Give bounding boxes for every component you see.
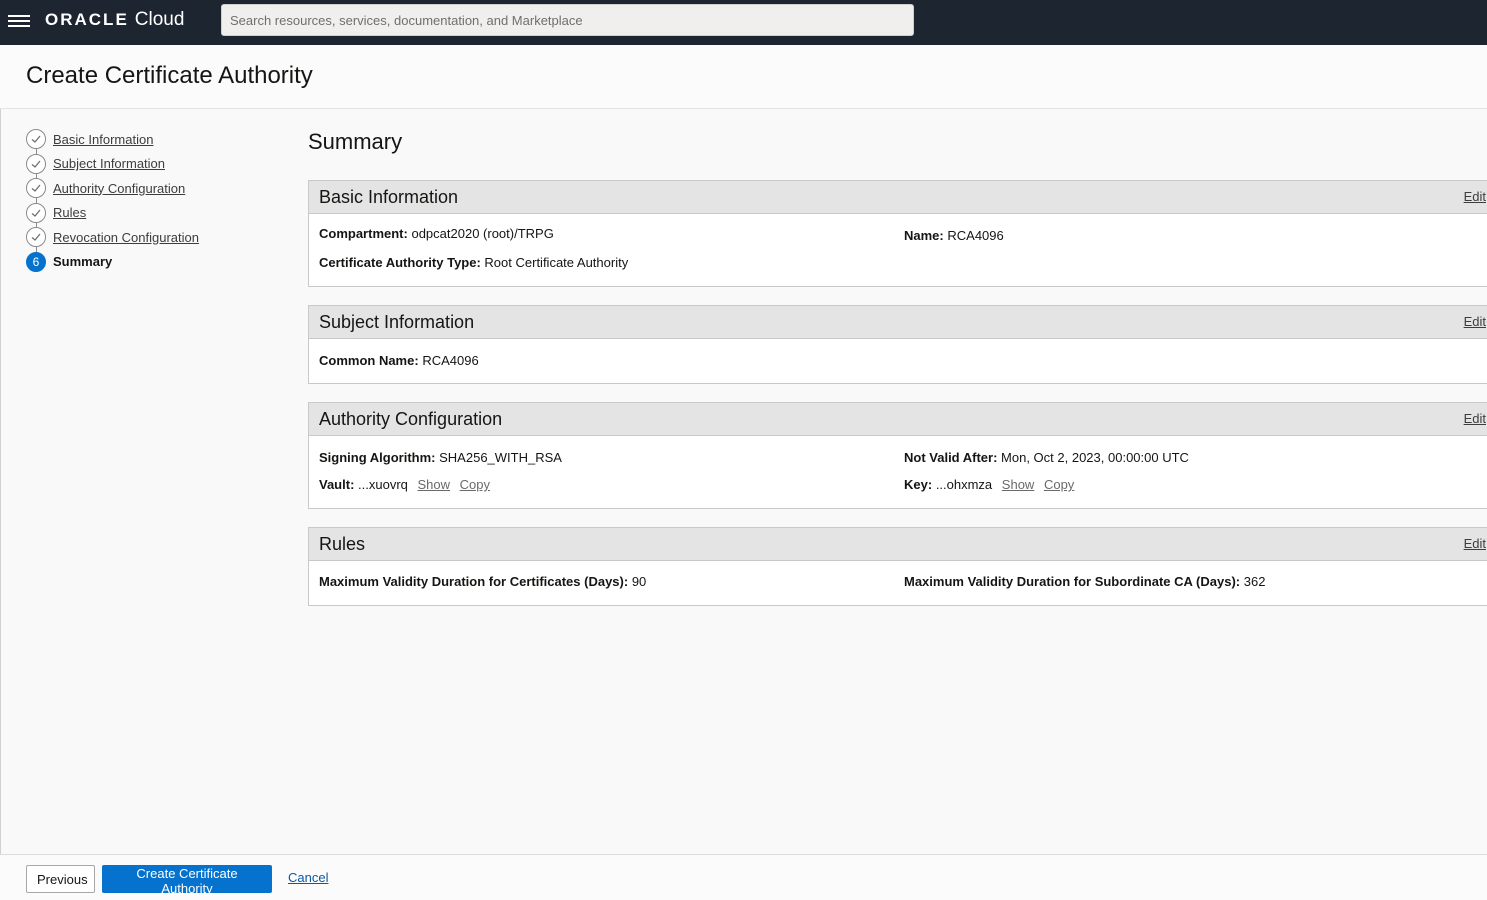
step-link[interactable]: Authority Configuration	[53, 181, 185, 196]
compartment-label: Compartment:	[319, 226, 408, 241]
menu-icon[interactable]	[8, 12, 30, 30]
check-icon	[26, 178, 46, 199]
edit-link[interactable]: Edit	[1464, 536, 1486, 551]
wizard-footer: Previous Create Certificate Authority Ca…	[0, 854, 1487, 900]
logo-oracle-text: ORACLE	[45, 10, 129, 29]
not-valid-after-value: Mon, Oct 2, 2023, 00:00:00 UTC	[1001, 450, 1189, 465]
previous-button[interactable]: Previous	[26, 865, 95, 893]
step-link[interactable]: Subject Information	[53, 156, 165, 171]
max-validity-subordinate-row: Maximum Validity Duration for Subordinat…	[904, 574, 1265, 589]
step-basic-information[interactable]: Basic Information	[26, 127, 286, 152]
step-current-label: Summary	[53, 254, 113, 270]
common-name-label: Common Name:	[319, 353, 419, 368]
key-value: ...ohxmza	[935, 477, 993, 492]
max-validity-certificates-row: Maximum Validity Duration for Certificat…	[319, 574, 646, 589]
key-copy-link[interactable]: Copy	[1044, 477, 1074, 492]
panel-title: Basic Information	[319, 187, 459, 207]
search-input[interactable]	[221, 4, 914, 36]
panel-title: Authority Configuration	[319, 409, 503, 429]
vault-copy-link[interactable]: Copy	[460, 477, 490, 492]
top-navigation-bar: ORACLE Cloud	[0, 0, 1487, 45]
panel-header: Basic Information Edit	[309, 181, 1487, 214]
name-value: RCA4096	[947, 228, 1004, 243]
basic-information-panel: Basic Information Edit Compartment: odpc…	[308, 180, 1487, 287]
vault-label: Vault:	[319, 477, 355, 492]
panel-header: Subject Information Edit	[309, 306, 1487, 339]
key-show-link[interactable]: Show	[1002, 477, 1035, 492]
step-rules[interactable]: Rules	[26, 201, 286, 226]
panel-header: Rules Edit	[309, 528, 1487, 561]
check-icon	[26, 153, 46, 174]
subject-information-panel: Subject Information Edit Common Name: RC…	[308, 305, 1487, 384]
summary-heading: Summary	[308, 129, 403, 154]
step-authority-configuration[interactable]: Authority Configuration	[26, 176, 286, 201]
step-revocation-configuration[interactable]: Revocation Configuration	[26, 225, 286, 250]
not-valid-after-label: Not Valid After:	[904, 450, 998, 465]
wizard-steps: Basic Information Subject Information Au…	[26, 127, 286, 274]
max-validity-subordinate-value: 362	[1243, 574, 1266, 589]
vault-show-link[interactable]: Show	[418, 477, 451, 492]
panel-title: Subject Information	[319, 312, 475, 332]
vault-value: ...xuovrq	[358, 477, 408, 492]
panel-header: Authority Configuration Edit	[309, 403, 1487, 436]
name-row: Name: RCA4096	[904, 228, 1004, 243]
max-validity-subordinate-label: Maximum Validity Duration for Subordinat…	[904, 574, 1241, 589]
check-icon	[26, 202, 46, 223]
compartment-value: odpcat2020 (root)/TRPG	[411, 226, 554, 241]
step-link[interactable]: Rules	[53, 205, 86, 220]
check-icon	[26, 227, 46, 248]
edit-link[interactable]: Edit	[1464, 411, 1486, 426]
create-certificate-authority-button[interactable]: Create Certificate Authority	[102, 865, 272, 896]
left-border	[0, 45, 1, 900]
vault-row: Vault: ...xuovrq Show Copy	[319, 477, 490, 492]
name-label: Name:	[904, 228, 944, 243]
compartment-row: Compartment: odpcat2020 (root)/TRPG	[319, 226, 554, 241]
panel-title: Rules	[319, 534, 366, 554]
key-label: Key:	[904, 477, 933, 492]
authority-configuration-panel: Authority Configuration Edit Signing Alg…	[308, 402, 1487, 509]
page-header: Create Certificate Authority	[0, 45, 1487, 109]
cancel-link[interactable]: Cancel	[288, 870, 328, 885]
edit-link[interactable]: Edit	[1464, 189, 1486, 204]
logo-cloud-text: Cloud	[134, 9, 185, 30]
ca-type-value: Root Certificate Authority	[484, 255, 629, 270]
max-validity-certificates-label: Maximum Validity Duration for Certificat…	[319, 574, 629, 589]
signing-algorithm-row: Signing Algorithm: SHA256_WITH_RSA	[319, 450, 562, 465]
not-valid-after-row: Not Valid After: Mon, Oct 2, 2023, 00:00…	[904, 450, 1189, 465]
step-subject-information[interactable]: Subject Information	[26, 152, 286, 177]
step-number-badge: 6	[26, 251, 46, 272]
check-icon	[26, 129, 46, 150]
common-name-row: Common Name: RCA4096	[319, 353, 479, 368]
common-name-value: RCA4096	[422, 353, 479, 368]
step-summary: 6 Summary	[26, 250, 286, 275]
signing-algorithm-label: Signing Algorithm:	[319, 450, 436, 465]
rules-panel: Rules Edit Maximum Validity Duration for…	[308, 527, 1487, 606]
signing-algorithm-value: SHA256_WITH_RSA	[439, 450, 562, 465]
page-title: Create Certificate Authority	[26, 62, 313, 89]
step-link[interactable]: Basic Information	[53, 132, 153, 147]
ca-type-row: Certificate Authority Type: Root Certifi…	[319, 255, 628, 270]
max-validity-certificates-value: 90	[631, 574, 647, 589]
edit-link[interactable]: Edit	[1464, 314, 1486, 329]
step-link[interactable]: Revocation Configuration	[53, 230, 199, 245]
key-row: Key: ...ohxmza Show Copy	[904, 477, 1074, 492]
ca-type-label: Certificate Authority Type:	[319, 255, 481, 270]
oracle-cloud-logo[interactable]: ORACLE Cloud	[45, 9, 184, 31]
